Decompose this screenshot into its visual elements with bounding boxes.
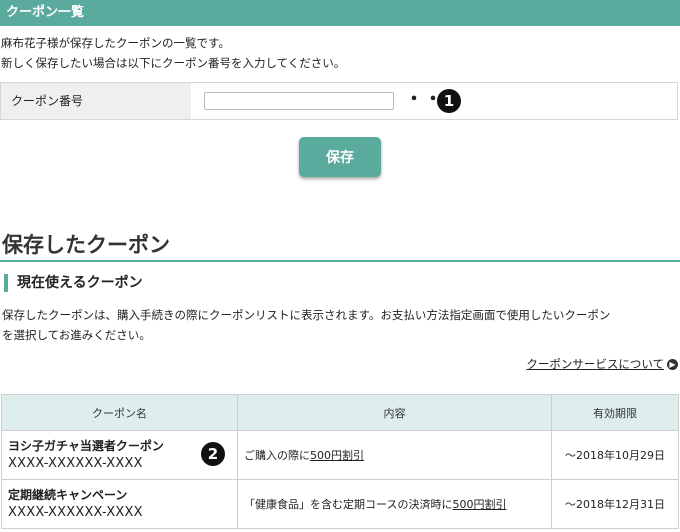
coupon-name-cell: ヨシ子ガチャ当選者クーポン XXXX-XXXXXX-XXXX 2 xyxy=(1,430,238,480)
coupon-table-header-row: クーポン名 内容 有効期限 xyxy=(1,394,679,431)
intro-line-1: 麻布花子様が保存したクーポンの一覧です。 xyxy=(1,36,230,50)
callout-badge-2: 2 xyxy=(201,442,225,466)
column-header-name: クーポン名 xyxy=(1,394,238,431)
coupon-content-cell: 「健康食品」を含む定期コースの決済時に500円割引 xyxy=(237,479,552,529)
coupon-number-row: クーポン番号 ・・・ 1 xyxy=(0,82,678,120)
coupon-name: 定期継続キャンペーン xyxy=(8,488,128,502)
description-line-1: 保存したクーポンは、購入手続きの際にクーポンリストに表示されます。お支払い方法指… xyxy=(2,308,611,322)
coupon-name-cell: 定期継続キャンペーン XXXX-XXXXXX-XXXX xyxy=(1,479,238,529)
coupon-discount: 500円割引 xyxy=(452,498,507,511)
description-line-2: を選択してお進みください。 xyxy=(2,328,151,342)
coupon-number-label: クーポン番号 xyxy=(1,83,191,119)
coupon-number-input[interactable] xyxy=(204,92,394,110)
coupon-content-text: 「健康食品」を含む定期コースの決済時に xyxy=(244,498,453,511)
coupon-table: クーポン名 内容 有効期限 ヨシ子ガチャ当選者クーポン XXXX-XXXXXX-… xyxy=(1,394,679,529)
intro-line-2: 新しく保存したい場合は以下にクーポン番号を入力してください。 xyxy=(1,56,346,70)
coupon-code: XXXX-XXXXXX-XXXX xyxy=(8,456,143,471)
coupon-code: XXXX-XXXXXX-XXXX xyxy=(8,505,143,520)
page-header-title: クーポン一覧 xyxy=(6,5,85,20)
coupon-expiry: ～2018年12月31日 xyxy=(551,479,679,529)
callout-badge-1: 1 xyxy=(437,89,461,113)
column-header-content: 内容 xyxy=(237,394,552,431)
coupon-service-link[interactable]: クーポンサービスについて ▶ xyxy=(526,356,678,372)
coupon-content-cell: ご購入の際に500円割引 xyxy=(237,430,552,480)
coupon-service-link-label[interactable]: クーポンサービスについて xyxy=(526,356,664,372)
table-row: 定期継続キャンペーン XXXX-XXXXXX-XXXX 「健康食品」を含む定期コ… xyxy=(1,479,679,529)
coupon-name: ヨシ子ガチャ当選者クーポン xyxy=(8,439,164,453)
coupon-content-text: ご購入の際に xyxy=(244,449,310,462)
table-row: ヨシ子ガチャ当選者クーポン XXXX-XXXXXX-XXXX 2 ご購入の際に5… xyxy=(1,430,679,480)
column-header-expiry: 有効期限 xyxy=(551,394,679,431)
section-divider xyxy=(0,260,680,262)
saved-coupons-title: 保存したクーポン xyxy=(2,233,170,257)
save-button[interactable]: 保存 xyxy=(299,137,381,177)
saved-coupons-description: 保存したクーポンは、購入手続きの際にクーポンリストに表示されます。お支払い方法指… xyxy=(2,305,678,345)
arrow-right-circle-icon[interactable]: ▶ xyxy=(667,358,678,370)
coupon-discount: 500円割引 xyxy=(310,449,364,462)
available-coupons-subtitle: 現在使えるクーポン xyxy=(4,274,143,292)
coupon-expiry: ～2018年10月29日 xyxy=(551,430,679,480)
intro-text: 麻布花子様が保存したクーポンの一覧です。 新しく保存したい場合は以下にクーポン番… xyxy=(1,33,345,73)
page-header: クーポン一覧 xyxy=(0,0,680,26)
